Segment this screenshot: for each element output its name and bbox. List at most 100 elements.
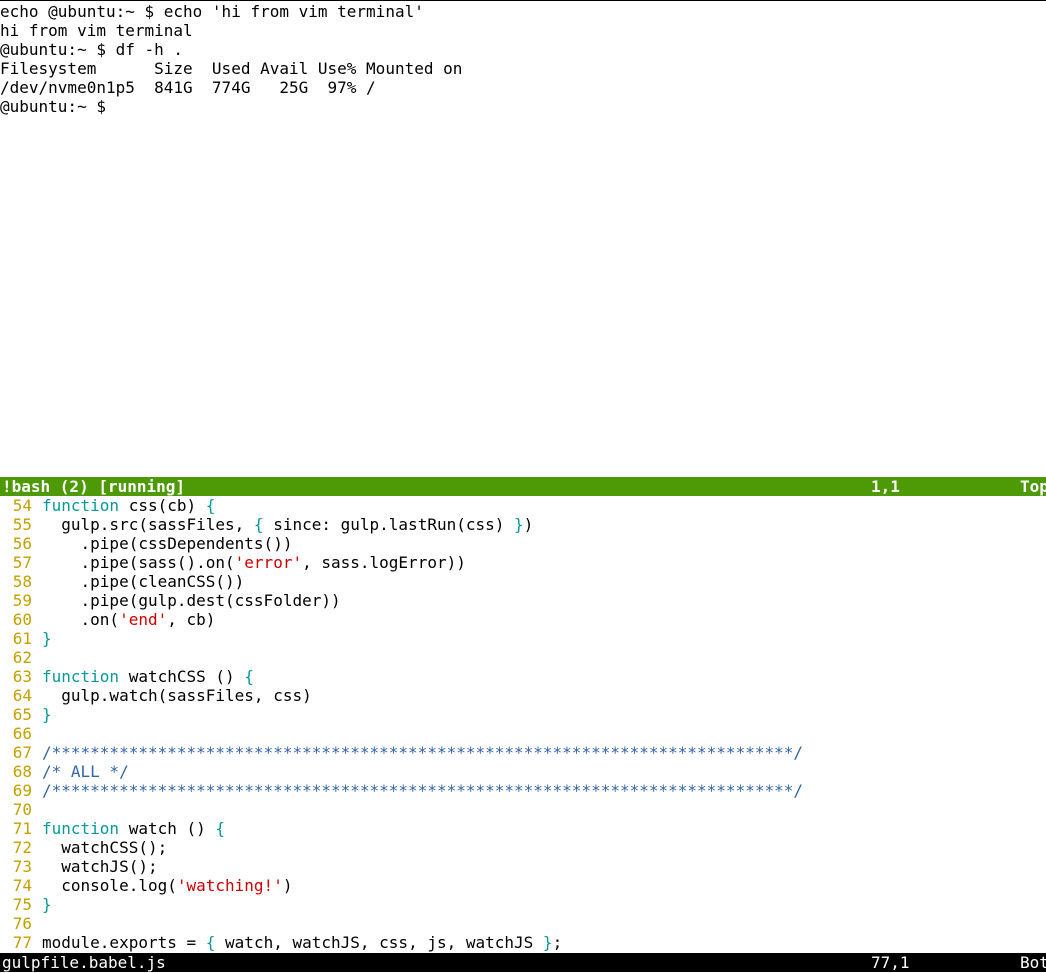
line-number: 58 — [12, 572, 32, 591]
gutter-gap — [32, 572, 42, 591]
code-line[interactable]: 59 .pipe(gulp.dest(cssFolder)) — [0, 591, 1046, 610]
code-token: .pipe(sass().on( — [42, 553, 235, 572]
gutter-gap — [32, 857, 42, 876]
code-line[interactable]: 77 module.exports = { watch, watchJS, css… — [0, 933, 1046, 952]
code-token: .pipe(cssDependents()) — [42, 534, 293, 553]
code-token: , cb) — [167, 610, 216, 629]
code-line[interactable]: 64 gulp.watch(sassFiles, css) — [0, 686, 1046, 705]
gutter-gap — [32, 705, 42, 724]
code-line[interactable]: 57 .pipe(sass().on('error', sass.logErro… — [0, 553, 1046, 572]
terminal-line: echo @ubuntu:~ $ echo 'hi from vim termi… — [0, 2, 424, 21]
editor-cursor-position: 77,1 — [871, 953, 910, 972]
code-token: /***************************************… — [42, 743, 803, 762]
line-number: 64 — [12, 686, 32, 705]
line-number: 67 — [12, 743, 32, 762]
gutter-gap — [32, 800, 42, 819]
line-number: 66 — [12, 724, 32, 743]
editor-status-line: gulpfile.babel.js 77,1 Bot — [0, 953, 1046, 972]
editor-pane[interactable]: 54 function css(cb) {55 gulp.src(sassFile… — [0, 496, 1046, 953]
line-number: 71 — [12, 819, 32, 838]
gutter-gap — [32, 914, 42, 933]
code-token: ) — [523, 515, 534, 534]
code-line[interactable]: 72 watchCSS(); — [0, 838, 1046, 857]
code-line[interactable]: 55 gulp.src(sassFiles, { since: gulp.las… — [0, 515, 1046, 534]
code-text: watchCSS(); — [42, 838, 1046, 857]
code-token: function — [42, 819, 120, 838]
code-token: since: gulp.lastRun(css) — [263, 515, 515, 534]
code-token: function — [42, 667, 120, 686]
line-number: 70 — [12, 800, 32, 819]
code-token: watch, watchJS, css, js, watchJS — [215, 933, 543, 952]
code-token: } — [42, 705, 52, 724]
code-line[interactable]: 73 watchJS(); — [0, 857, 1046, 876]
line-number: 57 — [12, 553, 32, 572]
gutter-gap — [32, 743, 42, 762]
code-text: gulp.src(sassFiles, { since: gulp.lastRu… — [42, 515, 1046, 534]
code-line[interactable]: 67 /*************************************… — [0, 743, 1046, 762]
code-text: watchJS(); — [42, 857, 1046, 876]
terminal-status-line: !bash (2) [running] 1,1 Top — [0, 477, 1046, 496]
terminal-prompt-line[interactable]: @ubuntu:~ $ — [0, 97, 1046, 116]
code-line[interactable]: 76 — [0, 914, 1046, 933]
code-text: function watch () { — [42, 819, 1046, 838]
code-text: console.log('watching!') — [42, 876, 1046, 895]
code-line[interactable]: 68 /* ALL */ — [0, 762, 1046, 781]
line-number: 72 — [12, 838, 32, 857]
code-text: function css(cb) { — [42, 496, 1046, 515]
terminal-line: hi from vim terminal — [0, 21, 193, 40]
code-token: { — [253, 515, 264, 534]
code-line[interactable]: 63 function watchCSS () { — [0, 667, 1046, 686]
code-text: .pipe(sass().on('error', sass.logError)) — [42, 553, 1046, 572]
code-text: /* ALL */ — [42, 762, 1046, 781]
line-number: 55 — [12, 515, 32, 534]
code-line[interactable]: 66 — [0, 724, 1046, 743]
code-token: } — [42, 895, 52, 914]
line-number: 62 — [12, 648, 32, 667]
code-line[interactable]: 58 .pipe(cleanCSS()) — [0, 572, 1046, 591]
code-line[interactable]: 60 .on('end', cb) — [0, 610, 1046, 629]
code-token: /***************************************… — [42, 781, 803, 800]
code-token: watchCSS(); — [42, 838, 168, 857]
line-number: 61 — [12, 629, 32, 648]
gutter-gap — [32, 876, 42, 895]
gutter-gap — [32, 534, 42, 553]
code-text: gulp.watch(sassFiles, css) — [42, 686, 1046, 705]
code-token: 'end' — [119, 610, 168, 629]
code-text: } — [42, 629, 1046, 648]
code-token: watchJS(); — [42, 857, 158, 876]
line-number: 54 — [12, 496, 32, 515]
code-line[interactable]: 56 .pipe(cssDependents()) — [0, 534, 1046, 553]
terminal-cursor-position: 1,1 — [871, 477, 900, 496]
gutter-gap — [32, 838, 42, 857]
code-line[interactable]: 71 function watch () { — [0, 819, 1046, 838]
line-number: 69 — [12, 781, 32, 800]
code-line[interactable]: 70 — [0, 800, 1046, 819]
code-token: function — [42, 496, 120, 515]
line-number: 65 — [12, 705, 32, 724]
line-number: 60 — [12, 610, 32, 629]
code-token: module.exports = — [42, 933, 206, 952]
line-number: 76 — [12, 914, 32, 933]
gutter-gap — [32, 819, 42, 838]
gutter-gap — [32, 648, 42, 667]
line-number: 68 — [12, 762, 32, 781]
code-text: .pipe(cleanCSS()) — [42, 572, 1046, 591]
code-token: , sass.logError)) — [302, 553, 466, 572]
code-token: gulp.src(sassFiles, — [42, 515, 254, 534]
code-line[interactable]: 65} — [0, 705, 1046, 724]
code-token: /* ALL */ — [42, 762, 129, 781]
code-line[interactable]: 62 — [0, 648, 1046, 667]
gutter-gap — [32, 686, 42, 705]
code-line[interactable]: 75} — [0, 895, 1046, 914]
gutter-gap — [32, 762, 42, 781]
code-token: } — [514, 515, 524, 534]
code-token: gulp.watch(sassFiles, css) — [42, 686, 312, 705]
code-token: } — [42, 629, 52, 648]
code-line[interactable]: 54 function css(cb) { — [0, 496, 1046, 515]
code-line[interactable]: 61} — [0, 629, 1046, 648]
code-line[interactable]: 69 /*************************************… — [0, 781, 1046, 800]
code-line[interactable]: 74 console.log('watching!') — [0, 876, 1046, 895]
terminal-pane[interactable]: echo @ubuntu:~ $ echo 'hi from vim termi… — [0, 2, 1046, 477]
